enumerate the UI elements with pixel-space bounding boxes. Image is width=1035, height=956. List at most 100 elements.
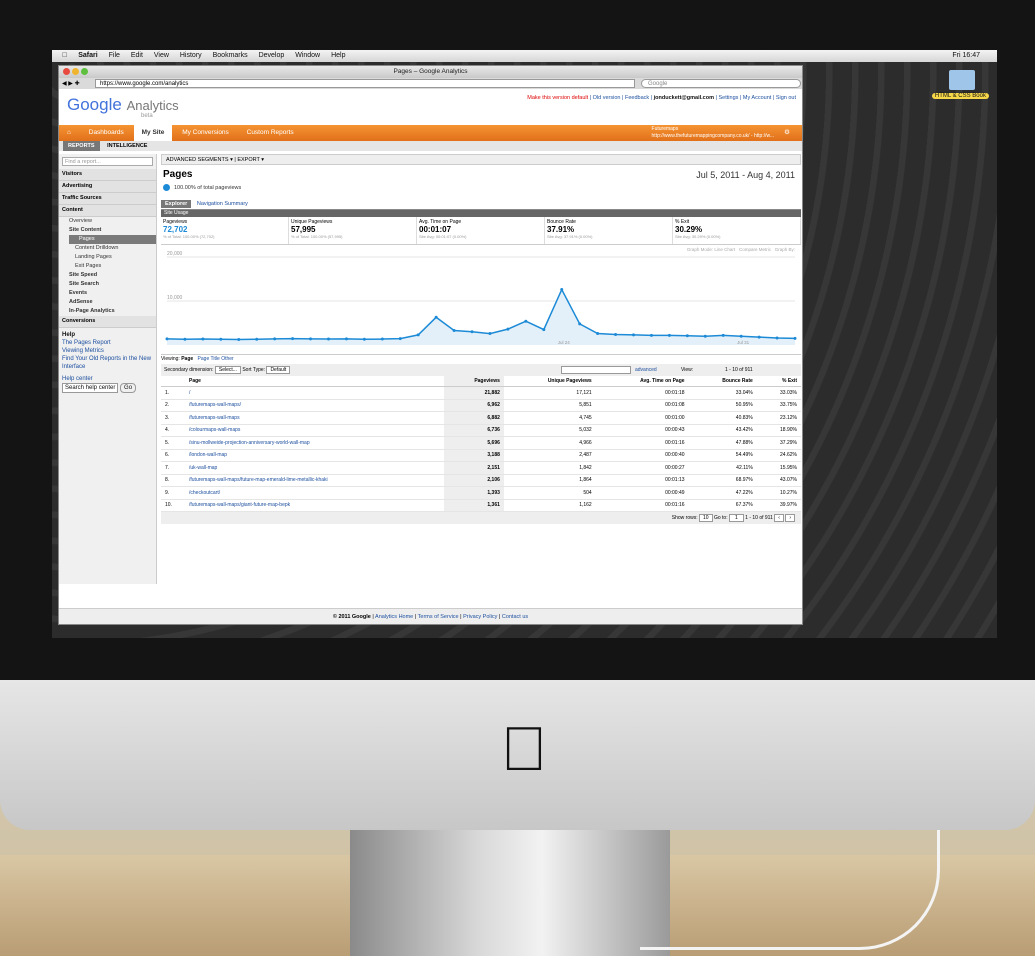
data-point[interactable] [793, 336, 797, 340]
dimension-page-title[interactable]: Page Title [198, 356, 220, 362]
data-point[interactable] [291, 337, 295, 341]
folder-icon[interactable] [949, 70, 975, 90]
home-icon[interactable]: ⌂ [59, 125, 79, 141]
feedback-link[interactable]: Feedback [625, 95, 649, 101]
data-point[interactable] [452, 328, 456, 332]
sidebar-item-site-content[interactable]: Site Content [59, 226, 156, 235]
data-point[interactable] [703, 334, 707, 338]
data-point[interactable] [596, 332, 600, 336]
sidebar-item-adsense[interactable]: AdSense [59, 298, 156, 307]
tab-reports[interactable]: REPORTS [63, 141, 100, 151]
go-to-input[interactable]: 1 [728, 514, 744, 522]
data-point[interactable] [632, 333, 636, 337]
data-point[interactable] [614, 332, 618, 336]
col-bounce-rate[interactable]: Bounce Rate [688, 376, 757, 387]
close-icon[interactable] [63, 68, 70, 75]
data-point[interactable] [309, 337, 313, 341]
row-page-link[interactable]: /sinu-mollweide-projection-anniversary-w… [185, 436, 445, 450]
tab-navigation-summary[interactable]: Navigation Summary [197, 201, 248, 207]
sidebar-item-content-drilldown[interactable]: Content Drilldown [59, 244, 156, 253]
sidebar-item-exit-pages[interactable]: Exit Pages [59, 262, 156, 271]
nav-my-site[interactable]: My Site [133, 125, 173, 141]
data-point[interactable] [739, 334, 743, 338]
secondary-dimension-select[interactable]: Select... [214, 366, 241, 374]
row-page-link[interactable]: / [185, 386, 445, 400]
menu-item[interactable]: Bookmarks [213, 52, 248, 59]
col-page[interactable]: Page [185, 376, 445, 387]
data-point[interactable] [165, 337, 169, 341]
row-page-link[interactable]: /colourmaps-wall-maps [185, 424, 445, 437]
metric-bounce-rate[interactable]: Bounce Rate 37.91% Site Avg: 37.91% (0.00%… [545, 217, 673, 244]
data-point[interactable] [434, 315, 438, 319]
show-rows-select[interactable]: 10 [699, 514, 713, 522]
data-point[interactable] [542, 328, 546, 332]
menubar-clock[interactable]: Fri 16:47 [952, 50, 980, 62]
date-range-picker[interactable]: Jul 5, 2011 - Aug 4, 2011 [696, 170, 795, 180]
apple-menu-icon[interactable]:  [62, 52, 67, 59]
metric-exit[interactable]: % Exit 30.29% Site Avg: 30.29% (0.00%) [673, 217, 801, 244]
nav-custom-reports[interactable]: Custom Reports [239, 125, 302, 141]
sidebar-item-in-page-analytics[interactable]: In-Page Analytics [59, 307, 156, 316]
data-point[interactable] [667, 333, 671, 337]
row-page-link[interactable]: /checkoutcart/ [185, 486, 445, 500]
sidebar-item-pages[interactable]: Pages [69, 235, 156, 244]
search-field[interactable]: Google [641, 79, 801, 88]
data-point[interactable] [757, 335, 761, 339]
folder-label[interactable]: HTML & CSS Book [931, 93, 989, 99]
sidebar-item-conversions[interactable]: Conversions [59, 316, 156, 328]
advanced-link[interactable]: advanced [635, 364, 657, 376]
menu-item[interactable]: Develop [259, 52, 285, 59]
tab-intelligence[interactable]: INTELLIGENCE [107, 143, 147, 149]
data-point[interactable] [578, 322, 582, 326]
sidebar-item-site-search[interactable]: Site Search [59, 280, 156, 289]
help-center-link[interactable]: Help center [62, 375, 153, 383]
data-point[interactable] [488, 332, 492, 336]
sidebar-item-site-speed[interactable]: Site Speed [59, 271, 156, 280]
row-page-link[interactable]: /futuremaps-wall-maps/ [185, 399, 445, 412]
data-point[interactable] [255, 337, 259, 341]
dimension-page[interactable]: Page [181, 356, 193, 362]
sign-out-link[interactable]: Sign out [776, 95, 796, 101]
col-exit[interactable]: % Exit [756, 376, 801, 387]
data-point[interactable] [362, 337, 366, 341]
row-page-link[interactable]: /futuremaps-wall-maps/future-map-emerald… [185, 474, 445, 487]
sidebar-item-content[interactable]: Content [59, 205, 156, 217]
data-point[interactable] [398, 337, 402, 341]
row-page-link[interactable]: /london-wall-map [185, 449, 445, 462]
settings-link[interactable]: Settings [719, 95, 739, 101]
data-point[interactable] [326, 337, 330, 341]
menu-item[interactable]: Help [331, 52, 345, 59]
row-page-link[interactable]: /futuremaps-wall-maps/giant-future-map-b… [185, 499, 445, 512]
footer-link[interactable]: Privacy Policy [463, 614, 497, 620]
data-point[interactable] [201, 337, 205, 341]
prev-page-icon[interactable]: ‹ [774, 514, 784, 522]
data-point[interactable] [416, 333, 420, 337]
dimension-other[interactable]: Other [221, 356, 234, 362]
menu-item[interactable]: File [109, 52, 120, 59]
minimize-icon[interactable] [72, 68, 79, 75]
data-point[interactable] [273, 337, 277, 341]
search-help-input[interactable]: Search help center [62, 383, 119, 393]
menu-item[interactable]: History [180, 52, 202, 59]
data-point[interactable] [237, 338, 241, 341]
line-chart-button[interactable]: Line Chart [714, 247, 735, 252]
sidebar-item-events[interactable]: Events [59, 289, 156, 298]
sidebar-item-advertising[interactable]: Advertising [59, 181, 156, 193]
sidebar-item-visitors[interactable]: Visitors [59, 169, 156, 181]
sidebar-item-landing-pages[interactable]: Landing Pages [59, 253, 156, 262]
gear-icon[interactable]: ⚙ [776, 125, 798, 141]
compare-metric-button[interactable]: Compare Metric [739, 247, 771, 252]
account-selector[interactable]: Futuremaps http://www.thefuturemappingco… [652, 126, 774, 140]
help-link[interactable]: The Pages Report [62, 339, 153, 347]
sort-type-select[interactable]: Default [266, 366, 291, 374]
data-point[interactable] [721, 333, 725, 337]
zoom-icon[interactable] [81, 68, 88, 75]
data-point[interactable] [344, 337, 348, 341]
help-link[interactable]: Find Your Old Reports in the New Interfa… [62, 355, 153, 371]
data-point[interactable] [775, 336, 779, 340]
export-button[interactable]: EXPORT [237, 157, 259, 163]
sidebar-item-overview[interactable]: Overview [59, 217, 156, 226]
nav-dashboards[interactable]: Dashboards [81, 125, 132, 141]
advanced-segments-button[interactable]: ADVANCED SEGMENTS [166, 157, 229, 163]
metric-avg-time[interactable]: Avg. Time on Page 00:01:07 Site Avg: 00:01… [417, 217, 545, 244]
